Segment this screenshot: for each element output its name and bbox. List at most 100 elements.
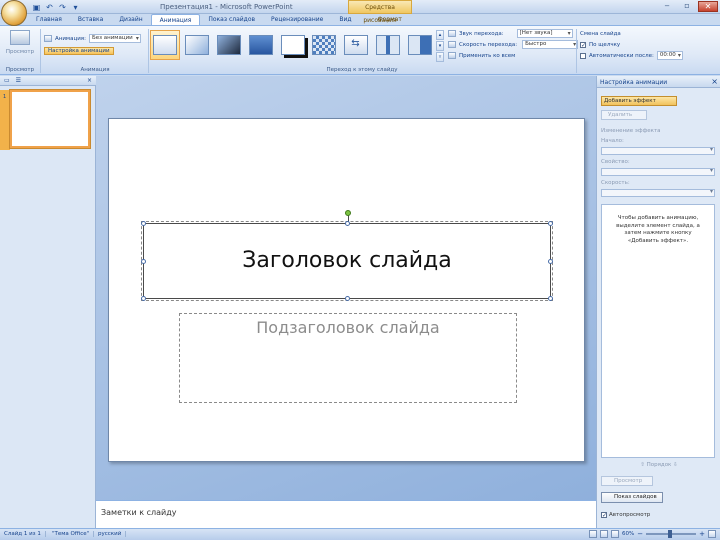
zoom-slider[interactable] [646,530,697,538]
resize-handle[interactable] [548,296,553,301]
sound-row: Звук перехода: [Нет звука] [448,29,573,38]
auto-advance-checkbox[interactable] [580,52,586,59]
reorder-down-icon[interactable]: ⇩ [673,462,678,468]
slide[interactable]: Заголовок слайда Подзаголовок слайда [108,118,585,462]
slideshow-button[interactable]: Показ слайдов [601,492,663,503]
tab-review[interactable]: Рецензирование [263,14,331,25]
maximize-button[interactable]: ▫ [678,1,696,12]
autopreview-checkbox[interactable]: ✓ [601,512,607,519]
quick-access-toolbar: ▣ ↶ ↷ ▾ [30,2,80,12]
on-click-checkbox[interactable]: ✓ [580,41,586,48]
transition-fade-black-thumb[interactable] [214,30,244,60]
gallery-up-icon[interactable]: ▴ [436,30,444,40]
transition-wipe-thumb[interactable] [405,30,435,60]
slide-title[interactable]: Заголовок слайда [144,248,550,273]
slide-subtitle[interactable]: Подзаголовок слайда [180,318,516,337]
sound-combo[interactable]: [Нет звука] [516,29,573,38]
property-combo[interactable] [601,167,715,176]
zoom-level[interactable]: 60% [622,531,634,537]
transition-dissolve-thumb[interactable] [309,30,339,60]
custom-animation-row: Настройка анимации [44,46,114,55]
play-button[interactable]: Просмотр [601,476,653,486]
on-click-label: По щелчку [589,41,621,48]
resize-handle[interactable] [345,296,350,301]
resize-handle[interactable] [141,296,146,301]
group-label-transition: Переход к этому слайду [326,67,398,73]
auto-advance-spinner[interactable]: 00:00 [656,51,683,60]
slide-sorter-icon[interactable] [600,530,609,538]
tab-view[interactable]: Вид [331,14,359,25]
office-button[interactable] [1,0,27,26]
autopreview-row: ✓ Автопросмотр [601,512,651,519]
task-pane-header: Настройка анимации × [597,76,720,88]
window-title: Презентация1 - Microsoft PowerPoint [160,3,293,11]
resize-handle[interactable] [345,221,350,226]
tab-format[interactable]: Формат [370,14,410,25]
undo-icon[interactable]: ↶ [45,3,54,12]
task-pane-close-icon[interactable]: × [711,77,718,86]
reorder-up-icon[interactable]: ⇧ [640,462,645,468]
zoom-out-icon[interactable]: − [637,530,643,538]
zoom-in-icon[interactable]: + [699,530,705,538]
window-controls: ‒ ▫ ✕ [658,1,718,12]
reorder-row: ⇧ Порядок ⇩ [597,462,720,468]
custom-animation-button[interactable]: Настройка анимации [44,46,114,55]
subtitle-placeholder[interactable]: Подзаголовок слайда [179,313,517,403]
slides-tab-icon[interactable]: ▭ [4,77,10,84]
transition-cut-thumb[interactable] [246,30,276,60]
effect-list-hint: Чтобы добавить анимацию, выделите элемен… [616,215,700,244]
tab-design[interactable]: Дизайн [111,14,150,25]
group-separator [576,29,577,73]
title-placeholder[interactable]: Заголовок слайда [141,210,553,301]
custom-animation-pane: Настройка анимации × Добавить эффект Уда… [596,76,720,528]
title-bar: ▣ ↶ ↷ ▾ Презентация1 - Microsoft PowerPo… [0,0,720,24]
speed-row: Скорость перехода: Быстро [448,40,579,49]
slide-thumbnail[interactable] [10,90,90,148]
gallery-more-icon[interactable]: ▿ [436,52,444,62]
start-combo[interactable] [601,146,715,155]
save-icon[interactable]: ▣ [32,3,41,12]
gallery-down-icon[interactable]: ▾ [436,41,444,51]
effect-speed-combo[interactable] [601,188,715,197]
customize-icon[interactable]: ▾ [71,3,80,12]
tab-insert[interactable]: Вставка [70,14,111,25]
group-separator [40,29,41,73]
autopreview-label: Автопросмотр [609,512,651,518]
redo-icon[interactable]: ↷ [58,3,67,12]
speed-label: Скорость: [601,180,630,186]
speed-combo[interactable]: Быстро [522,40,579,49]
slideshow-view-icon[interactable] [611,530,620,538]
transition-none-thumb[interactable] [150,30,180,60]
auto-advance-label: Автоматически после: [589,52,654,59]
tab-home[interactable]: Главная [28,14,70,25]
add-effect-button[interactable]: Добавить эффект [601,96,677,106]
modify-effect-header: Изменение эффекта [601,128,661,134]
pane-tabs: ▭ ☰ × [0,76,96,86]
transition-fade-thumb[interactable] [182,30,212,60]
slide-number: 1 [3,94,7,100]
tab-slide-show[interactable]: Показ слайдов [200,14,263,25]
resize-handle[interactable] [141,221,146,226]
apply-all-row[interactable]: Применить ко всем [448,51,515,60]
close-button[interactable]: ✕ [698,1,718,12]
effect-list[interactable]: Чтобы добавить анимацию, выделите элемен… [601,204,715,458]
tab-animation[interactable]: Анимация [150,14,201,25]
minimize-button[interactable]: ‒ [658,1,676,12]
fit-to-window-icon[interactable] [708,530,716,538]
normal-view-icon[interactable] [589,530,598,538]
gallery-scroll: ▴ ▾ ▿ [436,30,444,62]
transition-push-thumb[interactable] [341,30,371,60]
outline-tab-icon[interactable]: ☰ [16,77,21,84]
resize-handle[interactable] [548,221,553,226]
notes-pane[interactable]: Заметки к слайду [96,500,596,528]
transition-cut-black-thumb[interactable] [278,30,308,60]
pane-close-icon[interactable]: × [87,77,92,84]
animate-label: Анимация: [55,35,86,42]
status-right-controls: 60% − + [589,530,716,538]
preview-button[interactable]: Просмотр [4,30,36,64]
rotation-handle[interactable] [345,210,351,216]
animate-combo[interactable]: Без анимации [88,34,141,43]
apply-all-icon [448,52,456,59]
transition-split-thumb[interactable] [373,30,403,60]
remove-effect-button[interactable]: Удалить [601,110,647,120]
